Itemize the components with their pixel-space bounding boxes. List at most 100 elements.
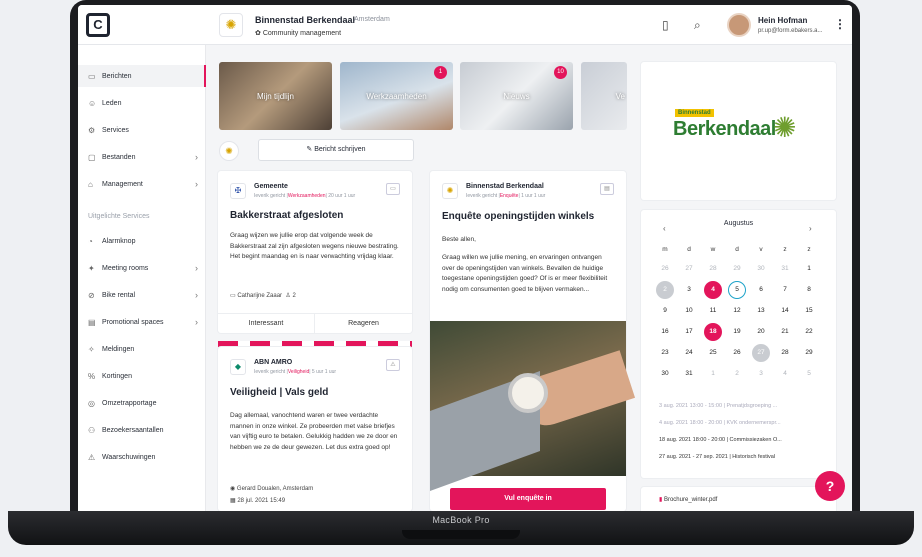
- tile-nieuws[interactable]: Nieuws 10: [460, 62, 573, 130]
- chevron-right-icon: ›: [195, 290, 198, 300]
- tile-werkzaamheden[interactable]: Werkzaamheden 1: [340, 62, 453, 130]
- calendar-day[interactable]: 9: [656, 302, 674, 320]
- calendar-day[interactable]: 30: [656, 365, 674, 383]
- post-options-icon[interactable]: ▭: [386, 183, 400, 195]
- calendar-day[interactable]: 20: [752, 323, 770, 341]
- post-options-icon[interactable]: ▤: [600, 183, 614, 195]
- calendar-day[interactable]: 22: [800, 323, 818, 341]
- sidebar-item-waarschuwingen[interactable]: ⚠ Waarschuwingen: [78, 446, 206, 468]
- sidebar-item-promotional-spaces[interactable]: ▤ Promotional spaces ›: [78, 311, 206, 333]
- avatar[interactable]: [727, 13, 751, 37]
- calendar-day[interactable]: 28: [704, 260, 722, 278]
- weekday-label: w: [710, 246, 716, 253]
- org-name[interactable]: Binnenstad Berkendaal: [255, 15, 355, 25]
- react-button[interactable]: Reageren: [315, 313, 412, 333]
- calendar-day[interactable]: 10: [680, 302, 698, 320]
- calendar-day[interactable]: 27: [752, 344, 770, 362]
- event-item[interactable]: 4 aug. 2021 18:00 - 20:00 | KVK ondernem…: [659, 420, 781, 426]
- calendar-day[interactable]: 14: [776, 302, 794, 320]
- calendar-day[interactable]: 7: [776, 281, 794, 299]
- calendar-day[interactable]: 24: [680, 344, 698, 362]
- calendar-day[interactable]: 6: [752, 281, 770, 299]
- calendar-day[interactable]: 2: [656, 281, 674, 299]
- tile-mijn-tijdlijn[interactable]: Mijn tijdlijn: [219, 62, 332, 130]
- post-author[interactable]: ABN AMRO: [254, 359, 292, 366]
- event-item[interactable]: 3 aug. 2021 13:00 - 15:00 | Prenatjdsgro…: [659, 403, 777, 409]
- calendar-day[interactable]: 21: [776, 323, 794, 341]
- calendar-day[interactable]: 8: [800, 281, 818, 299]
- calendar-day[interactable]: 15: [800, 302, 818, 320]
- calendar-day[interactable]: 3: [680, 281, 698, 299]
- attachment-link[interactable]: ▮ Brochure_winter.pdf: [659, 496, 717, 503]
- post-author[interactable]: Binnenstad Berkendaal: [466, 183, 544, 190]
- calendar-day[interactable]: 18: [704, 323, 722, 341]
- brand-name: Berkendaal: [673, 118, 776, 140]
- calendar-day[interactable]: 28: [776, 344, 794, 362]
- sidebar-item-services[interactable]: ⚙ Services: [78, 119, 206, 141]
- post-category[interactable]: Enquête: [500, 193, 519, 199]
- post-category[interactable]: Werkzaamheden: [288, 193, 326, 199]
- calendar-day[interactable]: 23: [656, 344, 674, 362]
- post-author[interactable]: Gemeente: [254, 183, 288, 190]
- sidebar-item-meeting-rooms[interactable]: ✦ Meeting rooms ›: [78, 257, 206, 279]
- tile-ve[interactable]: Ve: [581, 62, 627, 130]
- sidebar-item-label: Leden: [102, 99, 122, 107]
- calendar-day[interactable]: 4: [704, 281, 722, 299]
- fill-survey-button[interactable]: Vul enquête in: [450, 488, 606, 510]
- sidebar-item-leden[interactable]: ☺ Leden: [78, 92, 206, 114]
- sidebar-item-management[interactable]: ⌂ Management ›: [78, 173, 206, 195]
- calendar-day[interactable]: 4: [776, 365, 794, 383]
- tile-label: Werkzaamheden: [366, 92, 427, 101]
- calendar-day[interactable]: 30: [752, 260, 770, 278]
- calendar-day[interactable]: 16: [656, 323, 674, 341]
- sidebar-item-berichten[interactable]: ▭ Berichten: [78, 65, 206, 87]
- calendar-day[interactable]: 3: [752, 365, 770, 383]
- event-item[interactable]: 18 aug. 2021 18:00 - 20:00 | Commissieza…: [659, 437, 782, 443]
- post-meta-post: | 5 uur 1 uur: [309, 369, 337, 375]
- calendar-day[interactable]: 13: [752, 302, 770, 320]
- calendar-day[interactable]: 1: [800, 260, 818, 278]
- sidebar-item-omzetrapportage[interactable]: ◎ Omzetrapportage: [78, 392, 206, 414]
- calendar-day[interactable]: 1: [704, 365, 722, 383]
- calendar-day[interactable]: 19: [728, 323, 746, 341]
- org-role[interactable]: ✿ Community management: [255, 29, 341, 37]
- search-icon[interactable]: ⌕: [694, 18, 701, 33]
- interesting-button[interactable]: Interessant: [218, 313, 315, 333]
- help-button[interactable]: ?: [815, 471, 845, 501]
- calendar-day[interactable]: 12: [728, 302, 746, 320]
- event-item[interactable]: 27 aug. 2021 - 27 sep. 2021 | Historisch…: [659, 454, 775, 460]
- org-logo-icon[interactable]: ✺: [219, 13, 243, 37]
- calendar-day[interactable]: 5: [728, 281, 746, 299]
- calendar-day[interactable]: 26: [728, 344, 746, 362]
- calendar-day[interactable]: 26: [656, 260, 674, 278]
- sidebar-item-kortingen[interactable]: % Kortingen: [78, 365, 206, 387]
- calendar-day[interactable]: 5: [800, 365, 818, 383]
- book-icon[interactable]: ▯: [662, 18, 669, 32]
- calendar-day[interactable]: 29: [728, 260, 746, 278]
- calendar-day[interactable]: 11: [704, 302, 722, 320]
- calendar-day[interactable]: 25: [704, 344, 722, 362]
- next-month-icon[interactable]: ›: [809, 224, 812, 233]
- write-post-button[interactable]: ✎ Bericht schrijven: [258, 139, 414, 161]
- sidebar-item-meldingen[interactable]: ✧ Meldingen: [78, 338, 206, 360]
- post-options-icon[interactable]: ⚠: [386, 359, 400, 371]
- sidebar-item-bestanden[interactable]: ▢ Bestanden ›: [78, 146, 206, 168]
- sidebar-item-label: Waarschuwingen: [102, 453, 156, 461]
- prev-month-icon[interactable]: ‹: [663, 224, 666, 233]
- sidebar-item-alarmknop[interactable]: ◔ Alarmknop: [78, 230, 206, 252]
- post-category[interactable]: Veiligheid: [288, 369, 309, 375]
- sidebar-item-bike-rental[interactable]: ⊘ Bike rental ›: [78, 284, 206, 306]
- sidebar-item-bezoekersaantallen[interactable]: ⚇ Bezoekersaantallen: [78, 419, 206, 441]
- more-options-icon[interactable]: ⋮: [834, 17, 846, 31]
- calendar-day[interactable]: 31: [776, 260, 794, 278]
- calendar-day[interactable]: 31: [680, 365, 698, 383]
- calendar-day[interactable]: 17: [680, 323, 698, 341]
- app-logo-icon[interactable]: C: [86, 13, 110, 37]
- post-footer-name[interactable]: Catharijne Zaaar: [237, 293, 282, 299]
- chevron-right-icon: ›: [195, 179, 198, 189]
- calendar-day[interactable]: 29: [800, 344, 818, 362]
- calendar-day[interactable]: 2: [728, 365, 746, 383]
- calendar-day[interactable]: 27: [680, 260, 698, 278]
- user-name[interactable]: Hein Hofman: [758, 16, 807, 25]
- management-icon: ⌂: [88, 179, 93, 189]
